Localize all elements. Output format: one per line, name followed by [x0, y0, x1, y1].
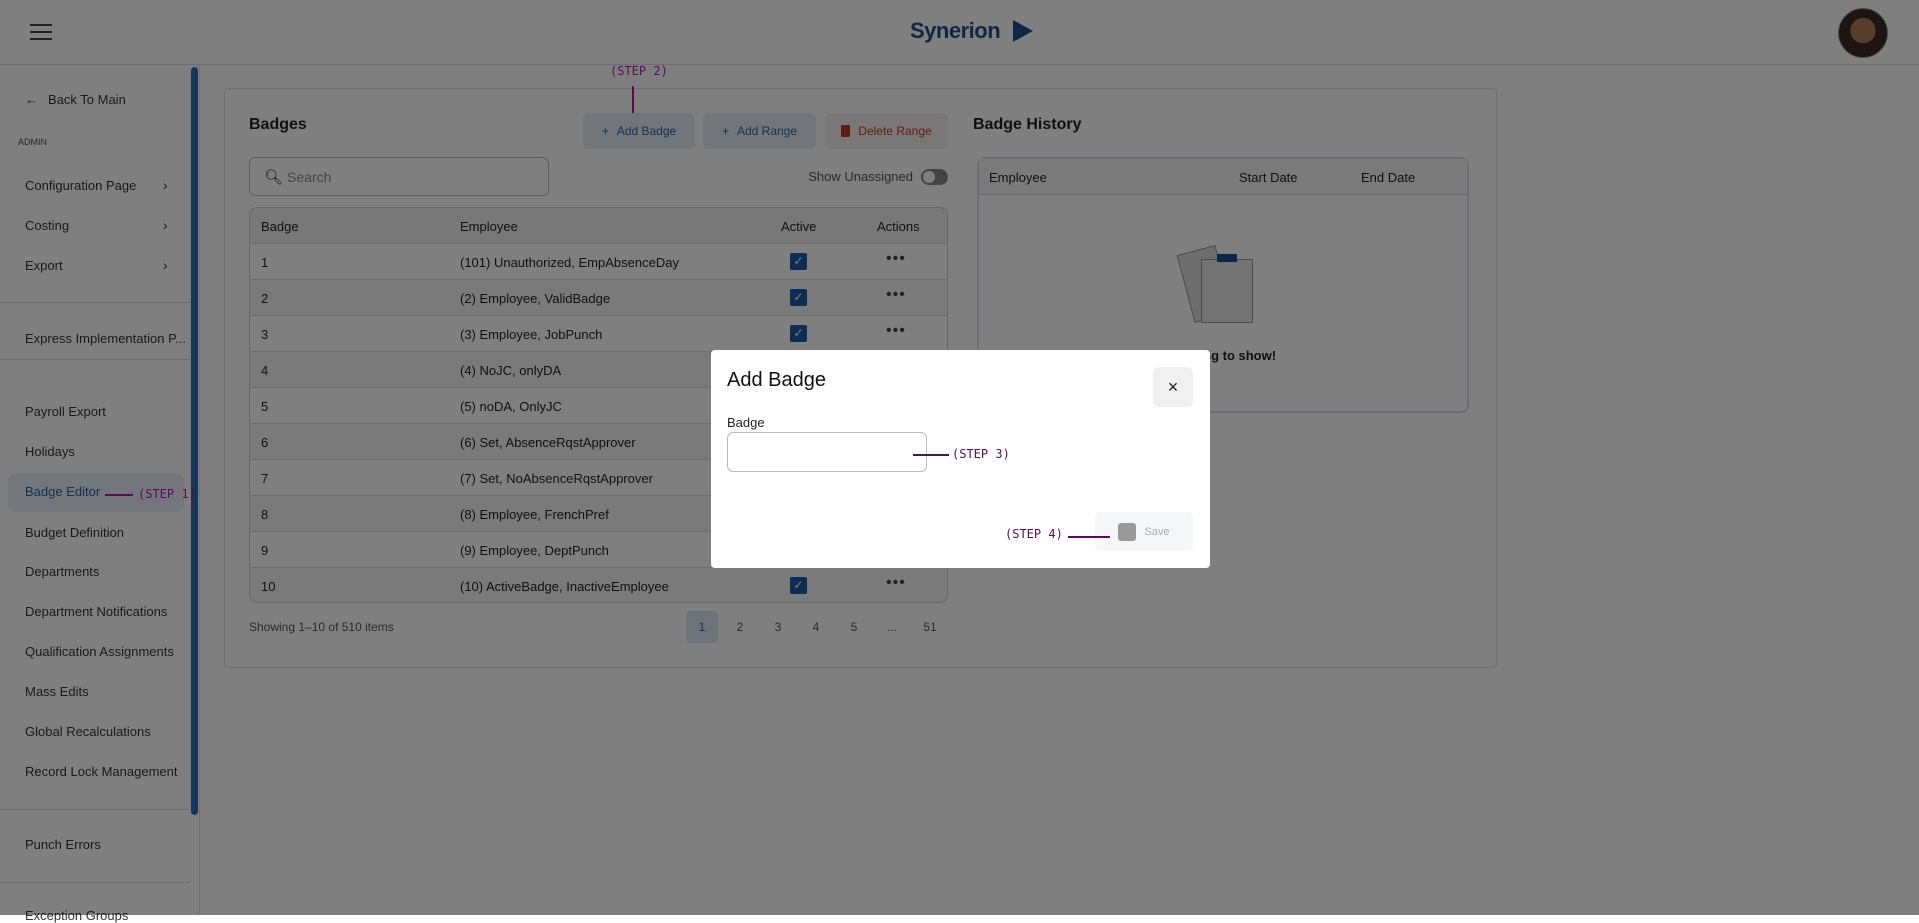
save-button[interactable]: Save: [1095, 512, 1193, 551]
step3-arrow: [913, 454, 949, 456]
step1-arrow: [105, 494, 133, 496]
save-icon: [1118, 522, 1137, 541]
step2-annotation: (STEP 2): [610, 64, 668, 78]
dialog-title: Add Badge: [727, 369, 826, 391]
step4-annotation: (STEP 4): [1005, 527, 1063, 541]
badge-input[interactable]: [727, 432, 927, 472]
close-icon: ×: [1167, 376, 1179, 397]
close-button[interactable]: ×: [1153, 367, 1193, 407]
step4-arrow: [1068, 536, 1110, 538]
step2-arrow: [632, 86, 634, 113]
badge-field-label: Badge: [727, 415, 765, 430]
save-label: Save: [1144, 525, 1170, 538]
step3-annotation: (STEP 3): [952, 447, 1010, 461]
step1-annotation: (STEP 1): [138, 487, 196, 501]
